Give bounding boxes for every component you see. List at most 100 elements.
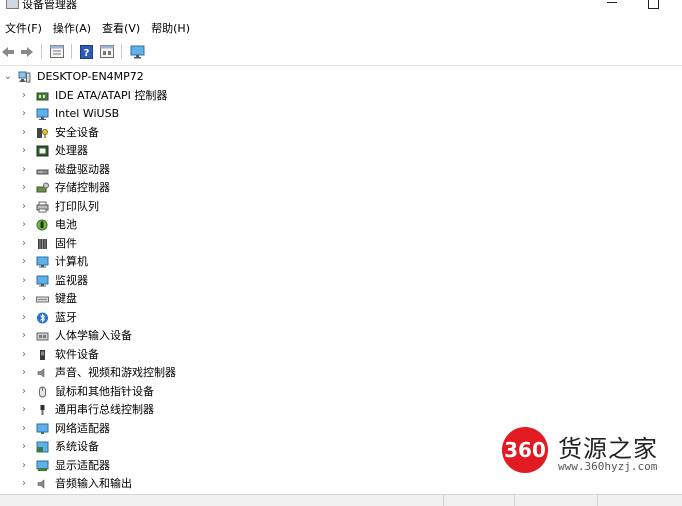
window-title: 设备管理器 bbox=[22, 0, 77, 11]
scan-hardware-button[interactable] bbox=[128, 43, 146, 60]
ide-controller-icon bbox=[36, 92, 49, 100]
chevron-right-icon[interactable]: › bbox=[18, 87, 30, 105]
display-adapter-icon bbox=[36, 460, 49, 471]
chevron-right-icon[interactable]: › bbox=[18, 253, 30, 271]
tree-item-label: 磁盘驱动器 bbox=[55, 162, 110, 176]
chevron-right-icon[interactable]: › bbox=[18, 309, 30, 327]
tree-item[interactable]: › IDE ATA/ATAPI 控制器 bbox=[0, 87, 682, 105]
forward-button[interactable] bbox=[19, 43, 35, 60]
chevron-right-icon[interactable]: › bbox=[18, 401, 30, 419]
tree-item-label: 电池 bbox=[55, 218, 77, 231]
watermark-url: www.360hyzj.com bbox=[558, 460, 658, 473]
chevron-right-icon[interactable]: › bbox=[18, 364, 30, 382]
tree-item-label: 人体学输入设备 bbox=[55, 329, 132, 342]
watermark: 360 货源之家 www.360hyzj.com bbox=[500, 427, 682, 479]
chevron-right-icon[interactable]: › bbox=[18, 124, 30, 142]
minimize-button[interactable] bbox=[607, 2, 617, 3]
speaker-icon bbox=[37, 368, 45, 378]
tree-item[interactable]: › 打印队列 bbox=[0, 198, 682, 216]
chevron-right-icon[interactable]: › bbox=[18, 235, 30, 253]
tree-item-label: 网络适配器 bbox=[55, 421, 110, 435]
tree-item[interactable]: › 人体学输入设备 bbox=[0, 327, 682, 345]
storage-controller-icon bbox=[36, 182, 49, 193]
properties-icon bbox=[50, 45, 64, 58]
computer-icon bbox=[36, 256, 49, 268]
scrollbar-divider bbox=[514, 495, 515, 506]
chevron-right-icon[interactable]: › bbox=[18, 142, 30, 160]
scrollbar-divider bbox=[597, 495, 598, 506]
tree-item[interactable]: › 软件设备 bbox=[0, 346, 682, 364]
tree-root[interactable]: ⌄ DESKTOP-EN4MP72 bbox=[0, 68, 682, 86]
tree-item[interactable]: › Intel WiUSB bbox=[0, 105, 682, 123]
tree-item-label: 通用串行总线控制器 bbox=[55, 403, 154, 416]
tree-item[interactable]: › 固件 bbox=[0, 235, 682, 253]
chevron-right-icon[interactable]: › bbox=[18, 457, 30, 475]
chevron-right-icon[interactable]: › bbox=[18, 327, 30, 345]
back-button[interactable] bbox=[0, 43, 16, 60]
watermark-text: 货源之家 bbox=[558, 435, 658, 463]
chevron-right-icon[interactable]: › bbox=[18, 105, 30, 123]
chevron-right-icon[interactable]: › bbox=[18, 290, 30, 308]
tree-item-label: 监视器 bbox=[55, 273, 88, 287]
audio-io-icon bbox=[37, 479, 45, 489]
chevron-right-icon[interactable]: › bbox=[18, 198, 30, 216]
tree-item[interactable]: › 监视器 bbox=[0, 272, 682, 290]
tree-item-label: 安全设备 bbox=[55, 125, 99, 139]
tree-item-label: 系统设备 bbox=[55, 440, 99, 453]
forward-arrow-icon bbox=[21, 46, 33, 57]
svg-text:?: ? bbox=[83, 48, 89, 59]
tree-item[interactable]: › 磁盘驱动器 bbox=[0, 161, 682, 179]
chevron-right-icon[interactable]: › bbox=[18, 475, 30, 493]
watermark-badge: 360 bbox=[502, 427, 548, 473]
monitor-icon bbox=[130, 45, 144, 58]
chevron-right-icon[interactable]: › bbox=[18, 346, 30, 364]
disk-drive-icon bbox=[36, 169, 49, 174]
toolbar-separator bbox=[41, 44, 42, 59]
computer-root-icon bbox=[18, 71, 31, 83]
title-bar: 设备管理器 bbox=[0, 0, 682, 14]
tree-item[interactable]: › 计算机 bbox=[0, 253, 682, 271]
tree-item[interactable]: › 蓝牙 bbox=[0, 309, 682, 327]
menu-help[interactable]: 帮助(H) bbox=[146, 20, 196, 38]
help-button[interactable]: ? bbox=[78, 43, 94, 60]
tree-item[interactable]: › 声音、视频和游戏控制器 bbox=[0, 364, 682, 382]
security-device-icon bbox=[37, 127, 48, 138]
menu-file[interactable]: 文件(F) bbox=[0, 20, 48, 38]
tree-item[interactable]: › 键盘 bbox=[0, 290, 682, 308]
tree-item[interactable]: › 通用串行总线控制器 bbox=[0, 401, 682, 419]
tree-item-label: 打印队列 bbox=[55, 199, 99, 213]
tree-item[interactable]: › 安全设备 bbox=[0, 124, 682, 142]
chevron-right-icon[interactable]: › bbox=[18, 272, 30, 290]
chevron-right-icon[interactable]: › bbox=[18, 161, 30, 179]
hid-icon bbox=[36, 332, 49, 341]
tree-item[interactable]: › 鼠标和其他指针设备 bbox=[0, 383, 682, 401]
toolbar-separator bbox=[121, 44, 122, 59]
menu-action[interactable]: 操作(A) bbox=[48, 20, 97, 38]
device-manager-icon bbox=[6, 0, 19, 9]
tree-item-label: IDE ATA/ATAPI 控制器 bbox=[55, 88, 168, 102]
horizontal-scrollbar[interactable] bbox=[0, 494, 682, 506]
tree-item-label: 声音、视频和游戏控制器 bbox=[55, 366, 176, 379]
maximize-button[interactable] bbox=[648, 0, 659, 9]
chevron-right-icon[interactable]: › bbox=[18, 383, 30, 401]
mouse-icon bbox=[39, 386, 46, 397]
monitor-icon bbox=[36, 275, 49, 286]
battery-icon bbox=[36, 219, 48, 231]
tree-item-label: 存储控制器 bbox=[55, 181, 110, 194]
tree-item[interactable]: › 处理器 bbox=[0, 142, 682, 160]
tree-item[interactable]: › 电池 bbox=[0, 216, 682, 234]
tree-item[interactable]: › 存储控制器 bbox=[0, 179, 682, 197]
chevron-right-icon[interactable]: › bbox=[18, 420, 30, 438]
tree-item-label: 音频输入和输出 bbox=[55, 477, 132, 490]
menu-view[interactable]: 查看(V) bbox=[97, 20, 146, 38]
chevron-right-icon[interactable]: › bbox=[18, 179, 30, 197]
tree-item-label: 软件设备 bbox=[55, 347, 99, 361]
properties-button[interactable] bbox=[48, 43, 66, 60]
software-device-icon bbox=[40, 349, 45, 360]
chevron-right-icon[interactable]: › bbox=[18, 216, 30, 234]
view-button[interactable] bbox=[98, 43, 116, 60]
network-adapter-icon bbox=[36, 423, 49, 434]
chevron-down-icon[interactable]: ⌄ bbox=[2, 68, 14, 86]
chevron-right-icon[interactable]: › bbox=[18, 438, 30, 456]
usb-icon bbox=[40, 405, 45, 415]
